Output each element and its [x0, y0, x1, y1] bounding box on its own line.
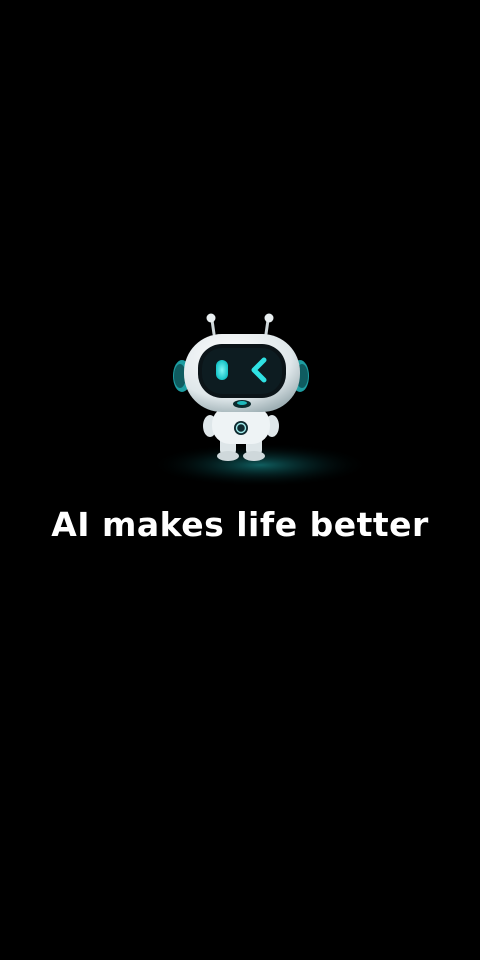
splash-screen: AI makes life better	[0, 0, 480, 960]
antenna-left	[206, 313, 216, 323]
splash-tagline: AI makes life better	[51, 505, 429, 544]
robot-mascot-icon	[150, 313, 370, 487]
eye-left	[216, 360, 228, 380]
antenna-right	[264, 313, 274, 323]
